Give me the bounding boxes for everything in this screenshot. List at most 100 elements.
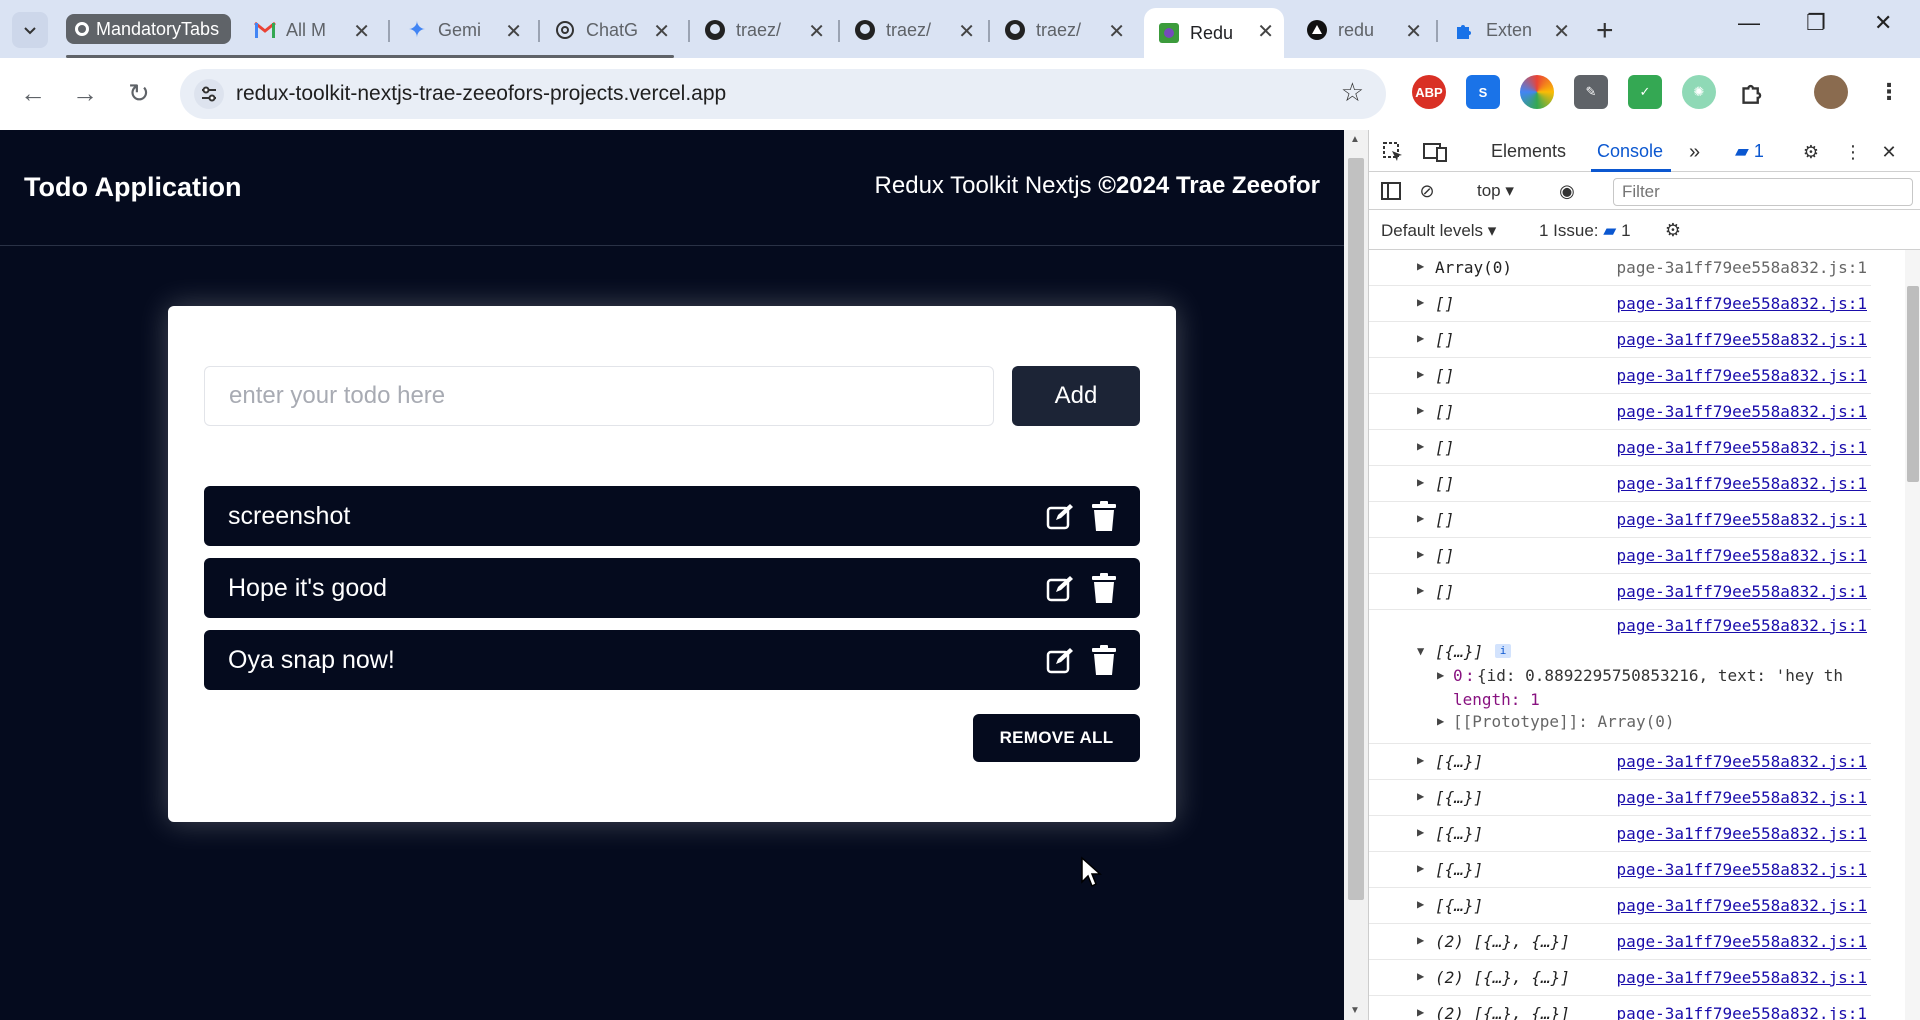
todo-text: screenshot: [228, 502, 351, 530]
inspect-element-icon[interactable]: [1381, 140, 1405, 164]
tab-chatgpt[interactable]: ChatG ✕: [540, 8, 680, 52]
color-picker-extension-icon[interactable]: [1520, 75, 1554, 109]
app-header: Todo Application Redux Toolkit Nextjs ©2…: [0, 130, 1344, 246]
extension-s-icon[interactable]: S: [1466, 75, 1500, 109]
console-log-entry[interactable]: ▶ [{…}] page-3a1ff79ee558a832.js:1: [1369, 816, 1871, 852]
forward-arrow-icon[interactable]: →: [72, 78, 98, 109]
tab-github-3[interactable]: traez/ ✕: [990, 8, 1135, 52]
back-arrow-icon[interactable]: ←: [20, 78, 46, 109]
trash-icon[interactable]: [1092, 501, 1116, 531]
tab-search-button[interactable]: [12, 12, 48, 48]
new-tab-plus-icon[interactable]: +: [1596, 14, 1614, 48]
site-info-icon[interactable]: [194, 79, 224, 109]
pen-extension-icon[interactable]: ✎: [1574, 75, 1608, 109]
tab-console[interactable]: Console: [1597, 141, 1663, 162]
devtools-close-icon[interactable]: ✕: [1877, 140, 1901, 164]
console-log-entry[interactable]: ▶ (2) [{…}, {…}] page-3a1ff79ee558a832.js:…: [1369, 996, 1871, 1020]
credit-bold: ©2024 Trae Zeeofor: [1098, 172, 1320, 199]
issues-badge[interactable]: ▰ 1: [1735, 141, 1764, 162]
tab-title: Gemi: [438, 19, 482, 40]
scroll-up-arrow-icon[interactable]: ▲: [1350, 134, 1360, 145]
page-viewport: Todo Application Redux Toolkit Nextjs ©2…: [0, 130, 1344, 1020]
console-log-entry[interactable]: ▶[] page-3a1ff79ee558a832.js:1: [1369, 430, 1871, 466]
gear-extension-icon[interactable]: ✺: [1682, 75, 1716, 109]
console-log-entry[interactable]: ▶ [{…}] page-3a1ff79ee558a832.js:1: [1369, 744, 1871, 780]
console-filter-input[interactable]: [1613, 178, 1913, 206]
edit-icon[interactable]: [1046, 574, 1074, 602]
device-toolbar-icon[interactable]: [1423, 140, 1447, 164]
trash-icon[interactable]: [1092, 573, 1116, 603]
console-log-entry[interactable]: ▶ (2) [{…}, {…}] page-3a1ff79ee558a832.js:…: [1369, 924, 1871, 960]
gmail-icon: [254, 19, 276, 41]
tab-vercel[interactable]: redu ✕: [1292, 8, 1432, 52]
tab-gemini[interactable]: ✦ Gemi ✕: [392, 8, 532, 52]
eye-icon[interactable]: ◉: [1555, 179, 1579, 203]
github-icon: [704, 19, 726, 41]
more-tabs-chevron-icon[interactable]: »: [1689, 141, 1700, 164]
close-icon[interactable]: ✕: [353, 19, 370, 44]
tab-elements[interactable]: Elements: [1491, 141, 1566, 162]
shield-extension-icon[interactable]: ✓: [1628, 75, 1662, 109]
console-log-entry[interactable]: ▶[] page-3a1ff79ee558a832.js:1: [1369, 538, 1871, 574]
devtools-menu-icon[interactable]: ⋮: [1841, 140, 1865, 164]
close-icon[interactable]: ✕: [653, 19, 670, 44]
tab-gmail[interactable]: All M ✕: [240, 8, 380, 52]
clear-console-icon[interactable]: ⊘: [1415, 179, 1439, 203]
minimize-icon[interactable]: —: [1738, 10, 1760, 36]
tab-github-1[interactable]: traez/ ✕: [690, 8, 835, 52]
console-log-entry[interactable]: ▶[] page-3a1ff79ee558a832.js:1: [1369, 502, 1871, 538]
sidebar-toggle-icon[interactable]: [1379, 179, 1403, 203]
tab-redux-active[interactable]: Redu ✕: [1144, 8, 1284, 58]
console-log-entry[interactable]: ▶ (2) [{…}, {…}] page-3a1ff79ee558a832.js:…: [1369, 960, 1871, 996]
add-button[interactable]: Add: [1012, 366, 1140, 426]
window-close-icon[interactable]: ✕: [1874, 10, 1892, 36]
console-log-entry[interactable]: ▶[] page-3a1ff79ee558a832.js:1: [1369, 574, 1871, 610]
edit-icon[interactable]: [1046, 502, 1074, 530]
console-log-entry[interactable]: ▶ Array(0) page-3a1ff79ee558a832.js:1: [1369, 250, 1871, 286]
tab-github-2[interactable]: traez/ ✕: [840, 8, 985, 52]
close-icon[interactable]: ✕: [505, 19, 522, 44]
issues-link[interactable]: 1 Issue: ▰ 1: [1539, 221, 1631, 241]
close-icon[interactable]: ✕: [808, 19, 825, 44]
console-log-entry-expanded[interactable]: page-3a1ff79ee558a832.js:1 ▼ [{…}] i ▶ 0…: [1369, 610, 1871, 744]
console-log-entry[interactable]: ▶[] page-3a1ff79ee558a832.js:1: [1369, 322, 1871, 358]
scroll-down-arrow-icon[interactable]: ▼: [1350, 1005, 1360, 1016]
console-log-entry[interactable]: ▶ [{…}] page-3a1ff79ee558a832.js:1: [1369, 852, 1871, 888]
address-bar[interactable]: redux-toolkit-nextjs-trae-zeeofors-proje…: [180, 69, 1386, 119]
extensions-puzzle-icon[interactable]: [1736, 75, 1770, 109]
tab-title: traez/: [886, 19, 932, 40]
close-icon[interactable]: ✕: [1405, 19, 1422, 44]
edit-icon[interactable]: [1046, 646, 1074, 674]
console-log-entry[interactable]: ▶[] page-3a1ff79ee558a832.js:1: [1369, 358, 1871, 394]
console-log-entry[interactable]: ▶[] page-3a1ff79ee558a832.js:1: [1369, 466, 1871, 502]
expand-triangle-icon[interactable]: ▶: [1437, 668, 1444, 682]
tab-group-chip[interactable]: MandatoryTabs: [66, 14, 232, 44]
settings-gear-icon[interactable]: ⚙: [1799, 140, 1823, 164]
console-scrollbar-thumb[interactable]: [1907, 286, 1919, 482]
console-log-entry[interactable]: ▶[] page-3a1ff79ee558a832.js:1: [1369, 286, 1871, 322]
console-log-entry[interactable]: ▶[] page-3a1ff79ee558a832.js:1: [1369, 394, 1871, 430]
close-icon[interactable]: ✕: [958, 19, 975, 44]
close-icon[interactable]: ✕: [1257, 19, 1274, 44]
reload-icon[interactable]: ↻: [128, 78, 150, 109]
todo-input[interactable]: [204, 366, 994, 426]
close-icon[interactable]: ✕: [1108, 19, 1125, 44]
close-icon[interactable]: ✕: [1553, 19, 1570, 44]
profile-avatar[interactable]: [1814, 75, 1848, 109]
context-selector[interactable]: top ▾: [1477, 181, 1514, 201]
console-settings-gear-icon[interactable]: ⚙: [1661, 218, 1685, 242]
restore-icon[interactable]: ❐: [1806, 10, 1826, 36]
trash-icon[interactable]: [1092, 645, 1116, 675]
bookmark-star-icon[interactable]: ☆: [1341, 77, 1364, 108]
console-log-entry[interactable]: ▶ [{…}] page-3a1ff79ee558a832.js:1: [1369, 888, 1871, 924]
console-log-entry[interactable]: ▶ [{…}] page-3a1ff79ee558a832.js:1: [1369, 780, 1871, 816]
tab-extensions[interactable]: Exten ✕: [1440, 8, 1580, 52]
chevron-down-icon: [24, 27, 36, 35]
puzzle-icon: [1454, 19, 1476, 41]
page-scrollbar-thumb[interactable]: [1348, 158, 1364, 900]
expand-triangle-icon[interactable]: ▶: [1437, 714, 1444, 728]
remove-all-button[interactable]: REMOVE ALL: [973, 714, 1140, 762]
browser-menu-icon[interactable]: ⋮: [1872, 75, 1906, 109]
log-levels-dropdown[interactable]: Default levels ▾: [1381, 221, 1496, 241]
adblock-plus-icon[interactable]: ABP: [1412, 75, 1446, 109]
